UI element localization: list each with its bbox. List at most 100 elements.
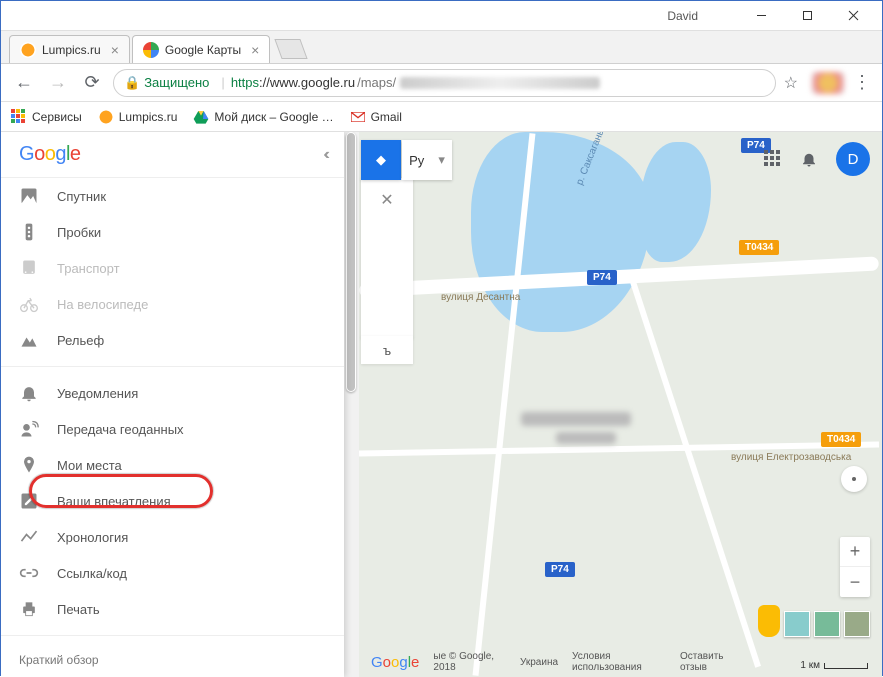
sidebar-header: Google ‹‹: [1, 132, 344, 178]
sidebar-overview-link[interactable]: Краткий обзор: [19, 653, 99, 667]
link-icon: [19, 563, 39, 583]
bookmark-lumpics[interactable]: Lumpics.ru: [98, 109, 178, 125]
bookmark-label: Gmail: [371, 110, 402, 124]
window-minimize-button[interactable]: [738, 2, 784, 30]
close-icon: ✕: [380, 190, 393, 210]
compass-button[interactable]: [841, 466, 867, 492]
sidebar-item-print[interactable]: Печать: [1, 591, 344, 627]
bike-icon: [19, 294, 39, 314]
directions-icon: ◆: [376, 152, 386, 168]
sidebar-item-my-places[interactable]: Мои места: [1, 447, 344, 483]
new-tab-button[interactable]: [275, 39, 308, 59]
road-shield: P74: [587, 270, 617, 285]
map-header-right: D: [764, 142, 870, 176]
road-shield: T0434: [739, 240, 779, 255]
chevron-down-icon: ▾: [438, 152, 445, 168]
print-icon: [19, 599, 39, 619]
zoom-out-button[interactable]: −: [840, 567, 870, 597]
tab-lumpics[interactable]: Lumpics.ru ×: [9, 35, 130, 63]
gmail-icon: [350, 109, 366, 125]
google-logo: Google: [371, 654, 419, 671]
sidebar-scrollbar[interactable]: [344, 132, 359, 677]
sidebar-item-label: Пробки: [57, 225, 101, 240]
maps-favicon-icon: [143, 42, 159, 58]
window-close-button[interactable]: [830, 2, 876, 30]
tab-label: Google Карты: [165, 43, 241, 57]
sidebar-item-label: Ваши впечатления: [57, 494, 171, 509]
browser-menu-button[interactable]: ⋮: [852, 72, 872, 93]
collapse-sidebar-button[interactable]: ‹‹: [323, 146, 326, 164]
language-dropdown[interactable]: Ру ▾: [402, 140, 452, 180]
url-input[interactable]: 🔒 Защищено | https ://www.google.ru /map…: [113, 69, 776, 97]
nav-forward-button[interactable]: →: [45, 70, 71, 96]
nav-back-button[interactable]: ←: [11, 70, 37, 96]
nav-reload-button[interactable]: ⟳: [79, 70, 105, 96]
sidebar-item-satellite[interactable]: Спутник: [1, 178, 344, 214]
lumpics-favicon-icon: [20, 42, 36, 58]
address-bar: ← → ⟳ 🔒 Защищено | https ://www.google.r…: [1, 64, 882, 102]
sidebar-item-notifications[interactable]: Уведомления: [1, 375, 344, 411]
profile-avatar-blurred[interactable]: [812, 72, 844, 94]
bell-icon: [19, 383, 39, 403]
sidebar-item-share-location[interactable]: Передача геоданных: [1, 411, 344, 447]
road-shield: P74: [545, 562, 575, 577]
sidebar-item-contributions[interactable]: Ваши впечатления: [1, 483, 344, 519]
scale-bar-icon: [824, 663, 868, 669]
sidebar-item-label: Рельеф: [57, 333, 104, 348]
timeline-icon: [19, 527, 39, 547]
terrain-icon: [19, 330, 39, 350]
sidebar-separator: [1, 366, 344, 367]
tab-close-icon[interactable]: ×: [111, 42, 119, 58]
sidebar-item-transit[interactable]: Транспорт: [1, 250, 344, 286]
sidebar-separator: [1, 635, 344, 636]
feedback-link[interactable]: Оставить отзыв: [680, 651, 742, 673]
bookmark-star-icon[interactable]: ☆: [784, 73, 798, 93]
bookmark-gmail[interactable]: Gmail: [350, 109, 402, 125]
sidebar-item-timeline[interactable]: Хронология: [1, 519, 344, 555]
google-apps-button[interactable]: [764, 150, 782, 168]
street-label: вулиця Десантна: [441, 292, 520, 303]
bookmark-drive[interactable]: Мой диск – Google …: [193, 109, 333, 125]
secure-label: Защищено: [144, 75, 209, 90]
sidebar-item-traffic[interactable]: Пробки: [1, 214, 344, 250]
window-user: David: [667, 9, 698, 23]
sidebar-item-terrain[interactable]: Рельеф: [1, 322, 344, 358]
imagery-thumb[interactable]: [784, 611, 810, 637]
terms-link[interactable]: Условия использования: [572, 651, 666, 673]
apps-shortcut[interactable]: Сервисы: [11, 109, 82, 125]
content-area: P74 T0434 P74 T0434 P74 вулиця Десантна …: [1, 132, 882, 677]
sidebar-item-label: На велосипеде: [57, 297, 148, 312]
sidebar-item-label: Уведомления: [57, 386, 138, 401]
sidebar-item-label: Транспорт: [57, 261, 120, 276]
imagery-thumb[interactable]: [844, 611, 870, 637]
pin-icon: [19, 455, 39, 475]
zoom-controls: + −: [840, 537, 870, 597]
apps-grid-icon: [11, 109, 27, 125]
search-panel-close[interactable]: ✕: [361, 178, 413, 338]
map-attribution: Google ые © Google, 2018 Украина Условия…: [371, 651, 742, 673]
bookmark-label: Lumpics.ru: [119, 110, 178, 124]
apps-label: Сервисы: [32, 110, 82, 124]
tab-google-maps[interactable]: Google Карты ×: [132, 35, 270, 63]
map-top-controls: ◆ Ру ▾: [361, 140, 452, 180]
traffic-icon: [19, 222, 39, 242]
transit-icon: [19, 258, 39, 278]
tab-label: Lumpics.ru: [42, 43, 101, 57]
sidebar-item-link[interactable]: Ссылка/код: [1, 555, 344, 591]
google-logo: Google: [19, 143, 81, 166]
sidebar-item-label: Хронология: [57, 530, 128, 545]
lumpics-icon: [98, 109, 114, 125]
imagery-thumbnails: [758, 605, 870, 637]
pegman-icon[interactable]: [758, 605, 780, 637]
directions-button[interactable]: ◆: [361, 140, 401, 180]
zoom-in-button[interactable]: +: [840, 537, 870, 567]
window-maximize-button[interactable]: [784, 2, 830, 30]
bookmark-label: Мой диск – Google …: [214, 110, 333, 124]
sidebar-item-label: Передача геоданных: [57, 422, 184, 437]
language-label: Ру: [409, 153, 424, 168]
imagery-thumb[interactable]: [814, 611, 840, 637]
tab-close-icon[interactable]: ×: [251, 42, 259, 58]
notifications-button[interactable]: [800, 150, 818, 168]
sidebar-item-bike[interactable]: На велосипеде: [1, 286, 344, 322]
account-avatar[interactable]: D: [836, 142, 870, 176]
